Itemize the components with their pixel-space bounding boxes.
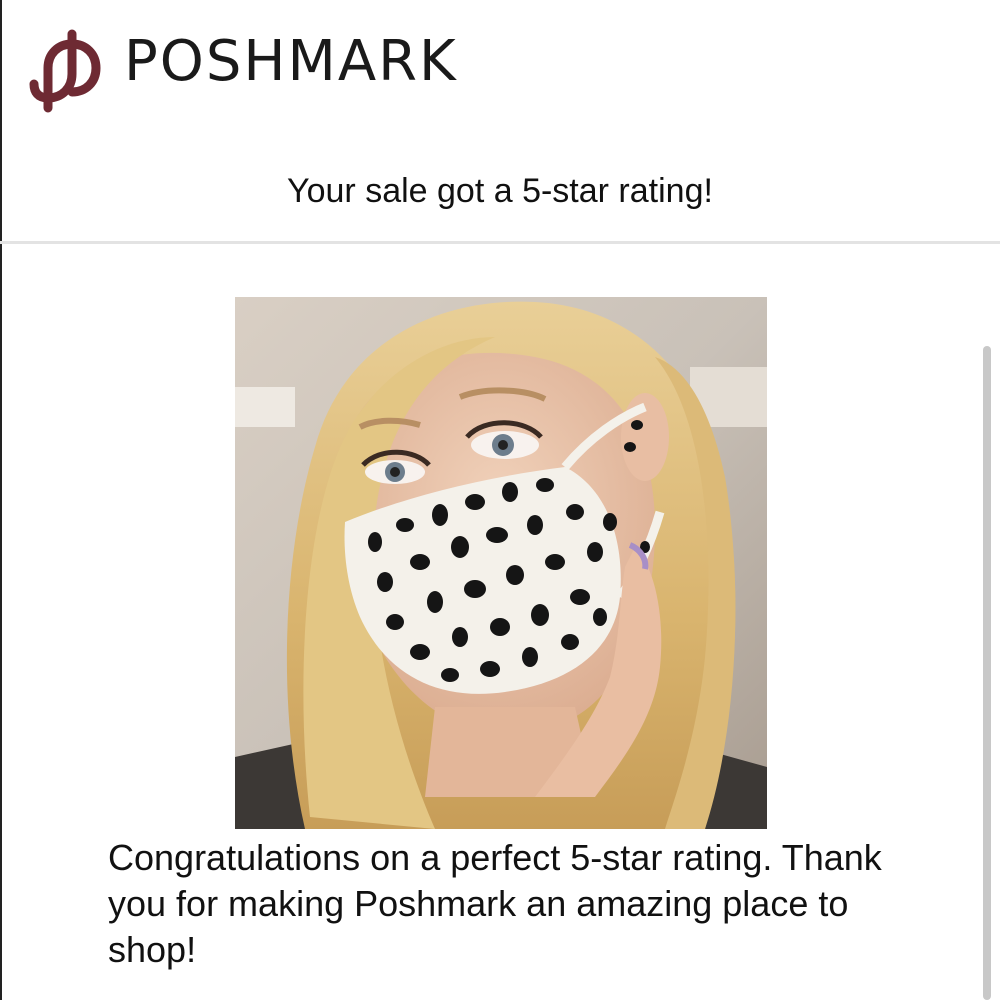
email-header: POSHMARK: [0, 0, 1000, 140]
poshmark-logo-icon: [29, 29, 101, 113]
email-subject-heading: Your sale got a 5-star rating!: [287, 172, 713, 210]
congratulations-message: Congratulations on a perfect 5-star rati…: [108, 837, 882, 970]
product-photo: [235, 297, 767, 829]
product-photo-illustration: [235, 297, 767, 829]
vertical-scrollbar[interactable]: [983, 346, 991, 1000]
brand-name: POSHMARK: [124, 29, 458, 94]
header-divider: [0, 241, 1000, 244]
window-edge: [0, 0, 2, 1000]
